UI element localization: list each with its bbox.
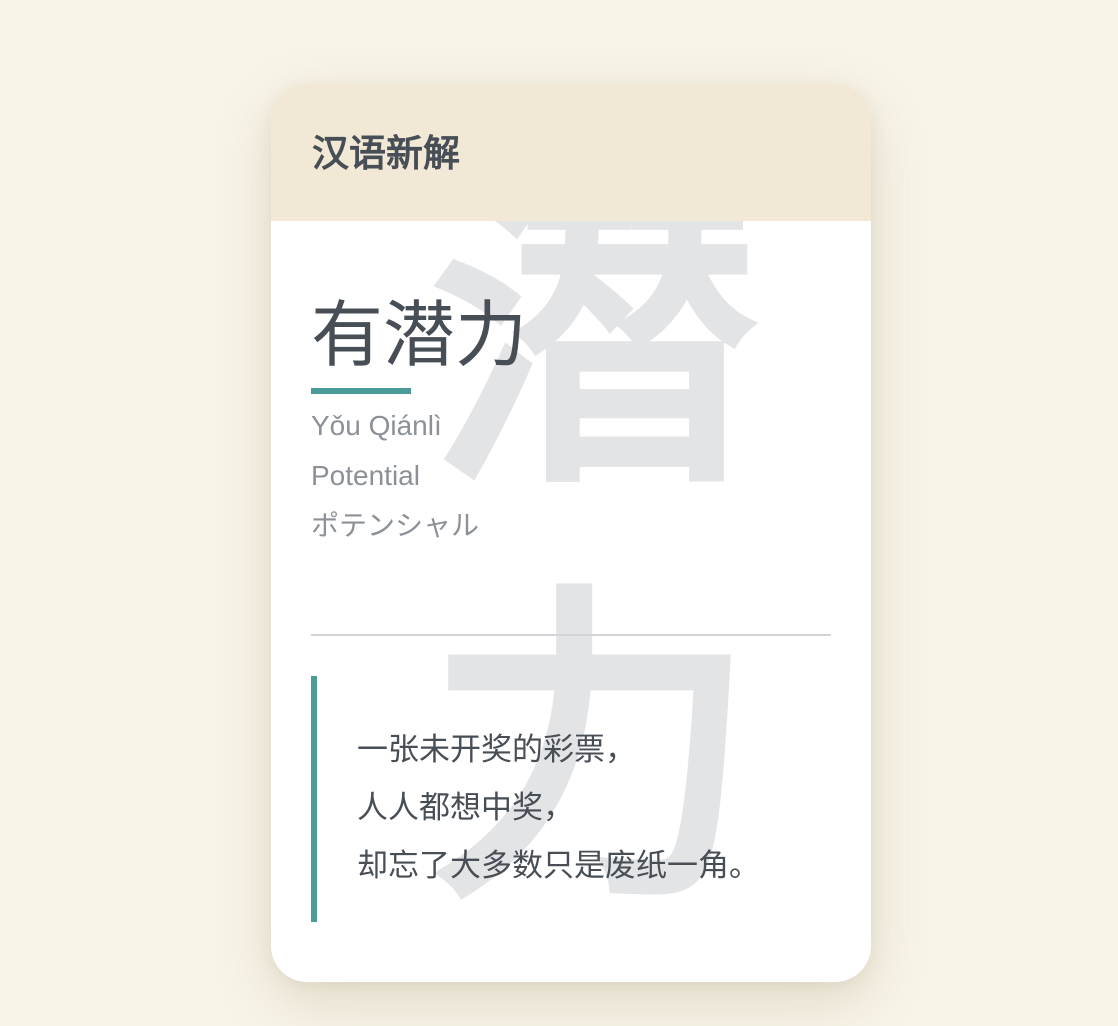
quote-line: 一张未开奖的彩票， — [357, 732, 636, 768]
card: 汉语新解 潜 力 有潜力 Yǒu Qiánlì Potential ポテンシャル… — [271, 84, 871, 982]
quote-line: 却忘了大多数只是废纸一角。 — [357, 848, 760, 884]
english-translation: Potential — [311, 460, 420, 491]
card-header: 汉语新解 — [271, 84, 871, 221]
quote-accent-bar — [311, 676, 317, 922]
quote-line: 人人都想中奖， — [357, 790, 574, 826]
card-title: 汉语新解 — [312, 131, 460, 175]
definition-quote: 一张未开奖的彩票， 人人都想中奖， 却忘了大多数只是废纸一角。 — [357, 721, 760, 895]
japanese-translation: ポテンシャル — [311, 510, 480, 541]
divider — [311, 634, 831, 636]
pinyin-text: Yǒu Qiánlì — [311, 410, 442, 441]
term-underline — [311, 388, 411, 394]
term-heading: 有潜力 — [311, 293, 528, 377]
